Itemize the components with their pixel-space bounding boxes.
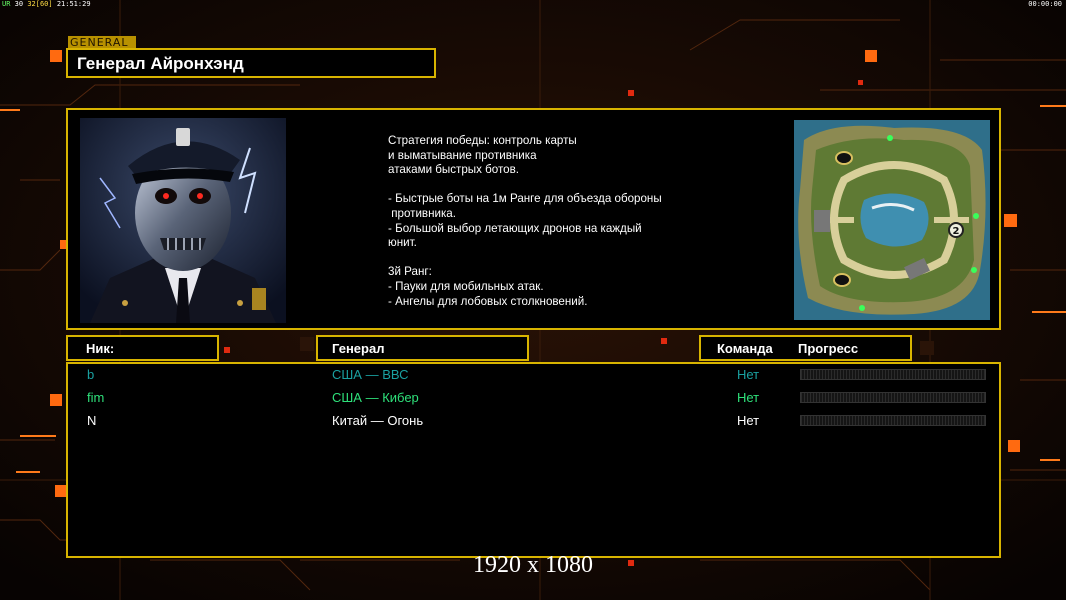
player-nick: fim bbox=[87, 390, 105, 405]
player-progress-bar bbox=[800, 392, 986, 403]
resolution-label: 1920 x 1080 bbox=[473, 552, 593, 578]
general-title-box: Генерал Айронхэнд bbox=[66, 48, 436, 78]
map-marker: 2 bbox=[953, 226, 960, 237]
player-progress-bar bbox=[800, 415, 986, 426]
players-list: b США — ВВС Нет fim США — Кибер Нет N Ки… bbox=[66, 362, 1001, 558]
table-row: b США — ВВС Нет bbox=[68, 364, 999, 386]
header-nick-label: Ник: bbox=[86, 341, 115, 356]
player-general: Китай — Огонь bbox=[332, 413, 424, 428]
table-row: N Китай — Огонь Нет bbox=[68, 410, 999, 432]
player-nick: b bbox=[87, 367, 95, 382]
header-general-label: Генерал bbox=[332, 341, 385, 356]
island-minimap-icon[interactable]: 2 bbox=[794, 120, 990, 320]
player-team: Нет bbox=[737, 413, 760, 428]
cyborg-general-portrait-icon bbox=[80, 118, 286, 323]
game-timer: 00:00:00 bbox=[1028, 0, 1062, 8]
table-row: fim США — Кибер Нет bbox=[68, 387, 999, 409]
fps-readout: UR 30 32[60] 21:51:29 bbox=[2, 0, 91, 8]
column-header-general: Генерал bbox=[316, 335, 529, 361]
player-team: Нет bbox=[737, 390, 760, 405]
column-header-team-progress: Команда Прогресс bbox=[699, 335, 912, 361]
column-header-nick: Ник: bbox=[66, 335, 219, 361]
fps-value: 30 bbox=[14, 0, 24, 8]
fps-cap: 32[60] bbox=[27, 0, 53, 8]
general-info-panel: Стратегия победы: контроль карты и вымат… bbox=[66, 108, 1001, 330]
status-label: UR bbox=[2, 0, 11, 8]
player-nick: N bbox=[87, 413, 97, 428]
header-team-label: Команда bbox=[717, 341, 773, 356]
general-name: Генерал Айронхэнд bbox=[77, 54, 244, 73]
general-description: Стратегия победы: контроль карты и вымат… bbox=[388, 134, 662, 308]
player-team: Нет bbox=[737, 367, 760, 382]
player-progress-bar bbox=[800, 369, 986, 380]
player-general: США — Кибер bbox=[332, 390, 419, 405]
player-general: США — ВВС bbox=[332, 367, 409, 382]
system-clock: 21:51:29 bbox=[56, 0, 91, 8]
header-progress-label: Прогресс bbox=[798, 341, 859, 356]
